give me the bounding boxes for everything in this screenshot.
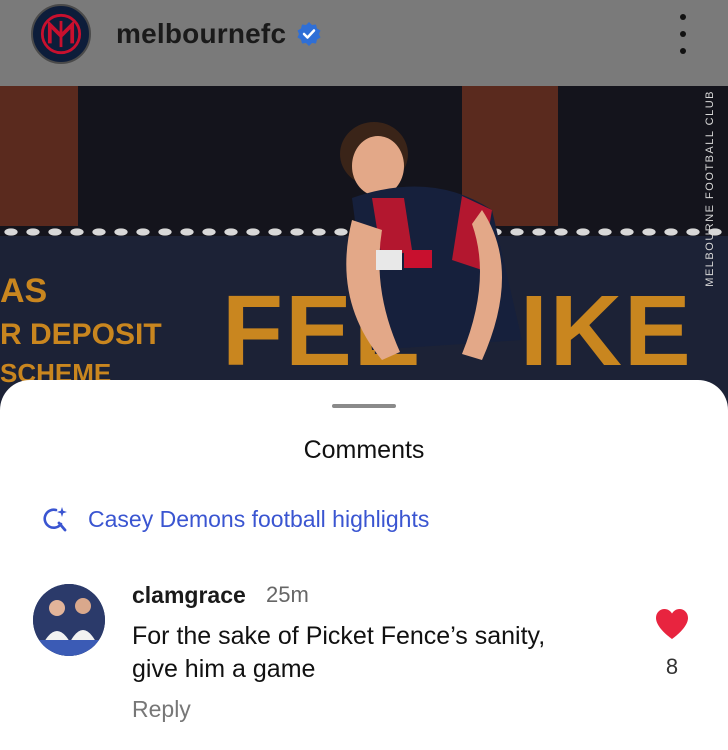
comment-text-line: give him a game [132, 655, 316, 683]
board-text: R DEPOSIT [0, 318, 162, 351]
search-suggestion[interactable]: Casey Demons football highlights [40, 504, 429, 534]
verified-badge-icon [297, 22, 321, 46]
board-text: AS [0, 272, 48, 310]
post-username[interactable]: melbournefc [116, 18, 286, 50]
profile-avatar[interactable] [31, 4, 91, 64]
avatar-photo [33, 584, 105, 656]
comments-sheet: Comments Casey Demons football highlight… [0, 380, 728, 750]
sheet-title: Comments [303, 436, 425, 464]
post-image[interactable]: AS R DEPOSIT SCHEME FEE IKE A MELBOURNE … [0, 86, 728, 416]
search-suggestion-text[interactable]: Casey Demons football highlights [88, 506, 429, 533]
brick-wall [0, 86, 78, 226]
comment-timestamp: 25m [266, 582, 309, 607]
sheet-drag-handle[interactable] [332, 404, 396, 408]
commenter-avatar[interactable] [33, 584, 105, 656]
comment-username[interactable]: clamgrace [132, 582, 246, 609]
more-options-button[interactable] [668, 14, 698, 54]
watermark-label: MELBOURNE FOOTBALL CLUB [704, 90, 716, 287]
more-vertical-icon [680, 14, 686, 20]
player-figure [340, 122, 522, 360]
comment-text: For the sake of Picket Fence’s sanity, g… [132, 620, 632, 686]
melbourne-fc-logo-icon [35, 8, 87, 60]
search-sparkle-icon [43, 507, 67, 532]
reply-button[interactable]: Reply [132, 696, 191, 723]
post-header: melbournefc [0, 0, 728, 86]
like-count: 8 [665, 654, 679, 679]
comment-text-line: For the sake of Picket Fence’s sanity, [132, 622, 546, 650]
heart-icon[interactable] [654, 608, 690, 640]
